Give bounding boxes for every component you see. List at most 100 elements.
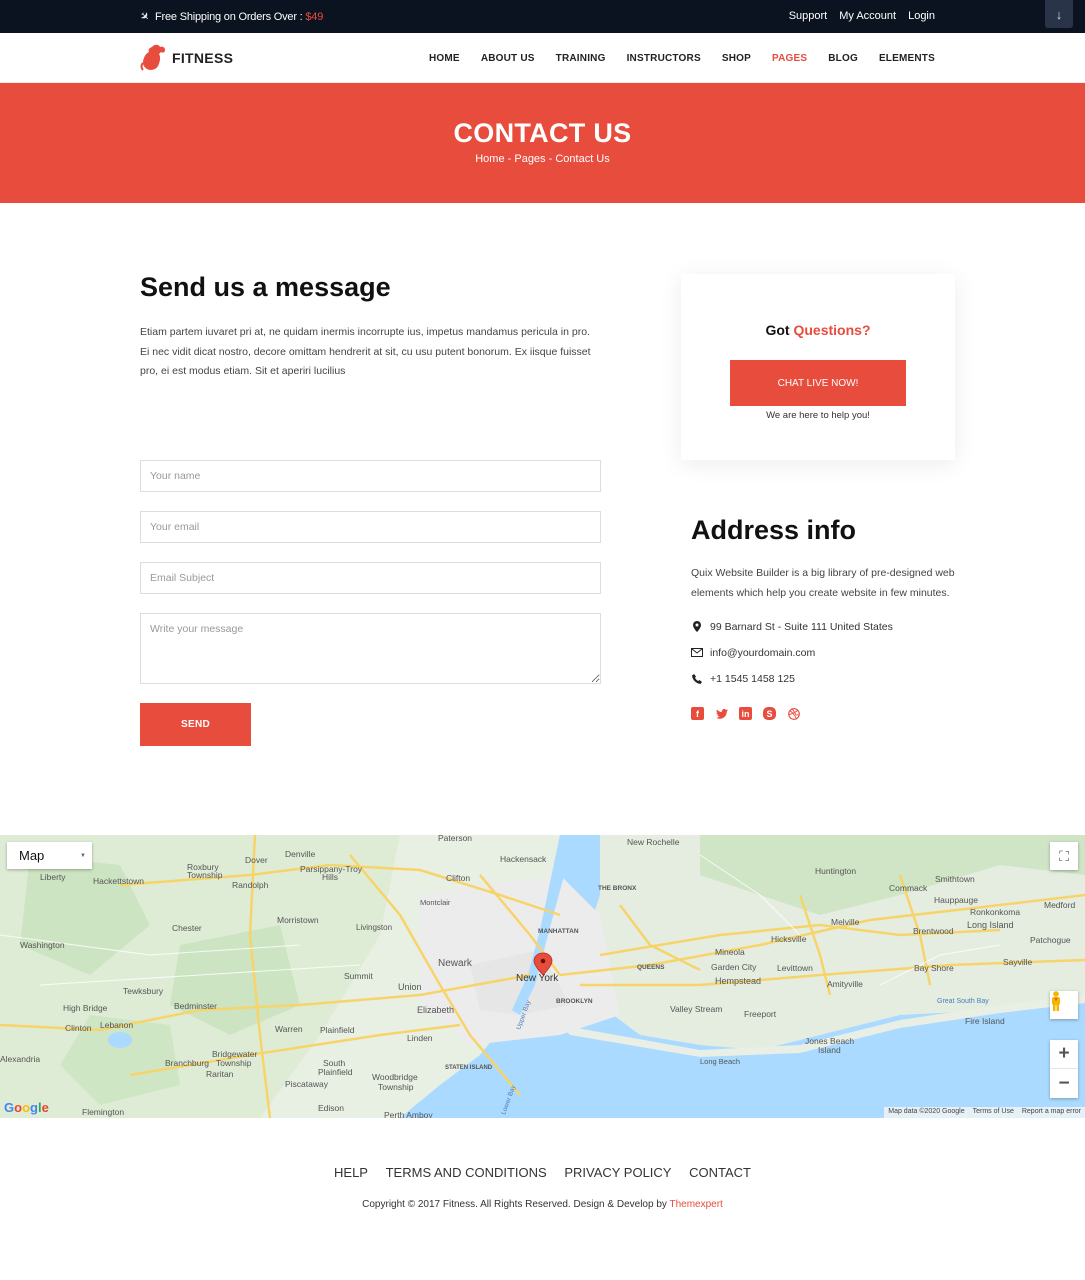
- email-input[interactable]: [140, 511, 601, 543]
- themexpert-link[interactable]: Themexpert: [669, 1199, 722, 1210]
- breadcrumb-pages[interactable]: Pages: [514, 153, 545, 165]
- svg-text:Township: Township: [378, 1082, 414, 1092]
- my-account-link[interactable]: My Account: [839, 10, 896, 22]
- svg-text:Livingston: Livingston: [356, 923, 392, 932]
- svg-text:Medford: Medford: [1044, 900, 1075, 910]
- svg-text:Ronkonkoma: Ronkonkoma: [970, 907, 1020, 917]
- questions-card: Got Questions? CHAT LIVE NOW! We are her…: [681, 274, 955, 460]
- report-map-error-link[interactable]: Report a map error: [1017, 1107, 1085, 1118]
- nav-shop[interactable]: SHOP: [722, 53, 751, 64]
- nav-instructors[interactable]: INSTRUCTORS: [627, 53, 701, 64]
- nav-elements[interactable]: ELEMENTS: [879, 53, 935, 64]
- svg-text:Edison: Edison: [318, 1103, 344, 1113]
- shipping-price: $49: [305, 10, 324, 23]
- svg-text:Morristown: Morristown: [277, 915, 319, 925]
- svg-text:Montclair: Montclair: [420, 898, 451, 907]
- svg-text:Plainfield: Plainfield: [318, 1067, 353, 1077]
- svg-text:Brentwood: Brentwood: [913, 926, 954, 936]
- svg-text:Lebanon: Lebanon: [100, 1020, 133, 1030]
- send-button[interactable]: SEND: [140, 703, 251, 746]
- nav-home[interactable]: HOME: [429, 53, 460, 64]
- shipping-text: Free Shipping on Orders Over :: [155, 10, 306, 23]
- breadcrumb: Home - Pages - Contact Us: [0, 153, 1085, 165]
- street-view-pegman[interactable]: [1050, 991, 1078, 1019]
- plane-icon: ✈: [136, 9, 152, 25]
- message-heading: Send us a message: [140, 272, 391, 302]
- svg-text:Township: Township: [216, 1058, 252, 1068]
- svg-text:Tewksbury: Tewksbury: [123, 986, 164, 996]
- footer-contact-link[interactable]: CONTACT: [689, 1165, 751, 1180]
- svg-text:Sayville: Sayville: [1003, 957, 1033, 967]
- google-map[interactable]: Paterson New Rochelle Hackensack Clifton…: [0, 835, 1085, 1118]
- footer-privacy-link[interactable]: PRIVACY POLICY: [564, 1165, 671, 1180]
- twitter-icon[interactable]: [715, 707, 728, 720]
- svg-text:Woodbridge: Woodbridge: [372, 1072, 418, 1082]
- svg-text:Bay Shore: Bay Shore: [914, 963, 954, 973]
- subject-input[interactable]: [140, 562, 601, 594]
- fullscreen-button[interactable]: ⛶: [1050, 842, 1078, 870]
- chevron-down-icon: ▼: [80, 853, 86, 859]
- svg-text:Clifton: Clifton: [446, 873, 470, 883]
- svg-text:Township: Township: [187, 870, 223, 880]
- footer-terms-link[interactable]: TERMS AND CONDITIONS: [386, 1165, 547, 1180]
- nav-training[interactable]: TRAINING: [556, 53, 606, 64]
- svg-text:THE BRONX: THE BRONX: [598, 885, 637, 892]
- map-canvas[interactable]: Paterson New Rochelle Hackensack Clifton…: [0, 835, 1085, 1118]
- name-input[interactable]: [140, 460, 601, 492]
- login-link[interactable]: Login: [908, 10, 935, 22]
- map-type-select[interactable]: Map ▼: [7, 842, 92, 869]
- svg-text:BROOKLYN: BROOKLYN: [556, 998, 593, 1005]
- logo[interactable]: FITNESS: [140, 43, 233, 73]
- svg-text:Clinton: Clinton: [65, 1023, 92, 1033]
- svg-text:Elizabeth: Elizabeth: [417, 1005, 454, 1015]
- zoom-in-button[interactable]: +: [1050, 1040, 1078, 1069]
- svg-text:Smithtown: Smithtown: [935, 874, 975, 884]
- svg-text:Flemington: Flemington: [82, 1107, 124, 1117]
- svg-text:Commack: Commack: [889, 883, 928, 893]
- email-link[interactable]: info@yourdomain.com: [710, 647, 815, 659]
- svg-text:Denville: Denville: [285, 849, 316, 859]
- nav-about-us[interactable]: ABOUT US: [481, 53, 535, 64]
- svg-text:Liberty: Liberty: [40, 872, 66, 882]
- card-title-accent: Questions?: [793, 322, 871, 338]
- message-textarea[interactable]: [140, 613, 601, 684]
- brand-name: FITNESS: [172, 50, 234, 66]
- svg-text:Island: Island: [818, 1045, 841, 1055]
- support-link[interactable]: Support: [789, 10, 828, 22]
- nav-pages[interactable]: PAGES: [772, 53, 807, 64]
- svg-text:MANHATTAN: MANHATTAN: [538, 928, 579, 935]
- svg-text:Linden: Linden: [407, 1033, 433, 1043]
- skype-icon[interactable]: S: [763, 707, 776, 720]
- terms-of-use-link[interactable]: Terms of Use: [968, 1107, 1018, 1118]
- svg-text:Alexandria: Alexandria: [0, 1054, 40, 1064]
- svg-text:Chester: Chester: [172, 923, 202, 933]
- svg-text:New York: New York: [516, 973, 559, 984]
- copyright-text: Copyright © 2017 Fitness. All Rights Res…: [362, 1199, 670, 1210]
- shipping-notice: ✈ Free Shipping on Orders Over : $49: [136, 9, 324, 25]
- chat-live-button[interactable]: CHAT LIVE NOW!: [730, 360, 906, 406]
- svg-text:Valley Stream: Valley Stream: [670, 1004, 722, 1014]
- card-title: Got Questions?: [681, 322, 955, 338]
- facebook-icon[interactable]: f: [691, 707, 704, 720]
- google-logo[interactable]: Google: [4, 1100, 49, 1115]
- nav-blog[interactable]: BLOG: [828, 53, 858, 64]
- map-data-credit: Map data ©2020 Google: [884, 1107, 969, 1118]
- zoom-out-button[interactable]: −: [1050, 1069, 1078, 1098]
- breadcrumb-home[interactable]: Home: [475, 153, 504, 165]
- main-nav: HOME ABOUT US TRAINING INSTRUCTORS SHOP …: [429, 53, 935, 64]
- footer-help-link[interactable]: HELP: [334, 1165, 368, 1180]
- map-marker-icon: [691, 621, 703, 632]
- svg-text:Bedminster: Bedminster: [174, 1001, 217, 1011]
- svg-text:Hauppauge: Hauppauge: [934, 895, 978, 905]
- dribbble-icon[interactable]: [787, 707, 800, 720]
- linkedin-icon[interactable]: in: [739, 707, 752, 720]
- svg-text:Dover: Dover: [245, 855, 268, 865]
- top-bar: ✈ Free Shipping on Orders Over : $49 Sup…: [0, 0, 1085, 33]
- pegman-icon: [1052, 991, 1060, 1011]
- svg-text:Newark: Newark: [438, 958, 473, 969]
- svg-text:QUEENS: QUEENS: [637, 964, 665, 971]
- svg-text:Paterson: Paterson: [438, 835, 472, 843]
- social-links: f in S: [691, 707, 961, 720]
- breadcrumb-current: Contact Us: [555, 153, 610, 165]
- download-button[interactable]: ↓: [1045, 0, 1073, 28]
